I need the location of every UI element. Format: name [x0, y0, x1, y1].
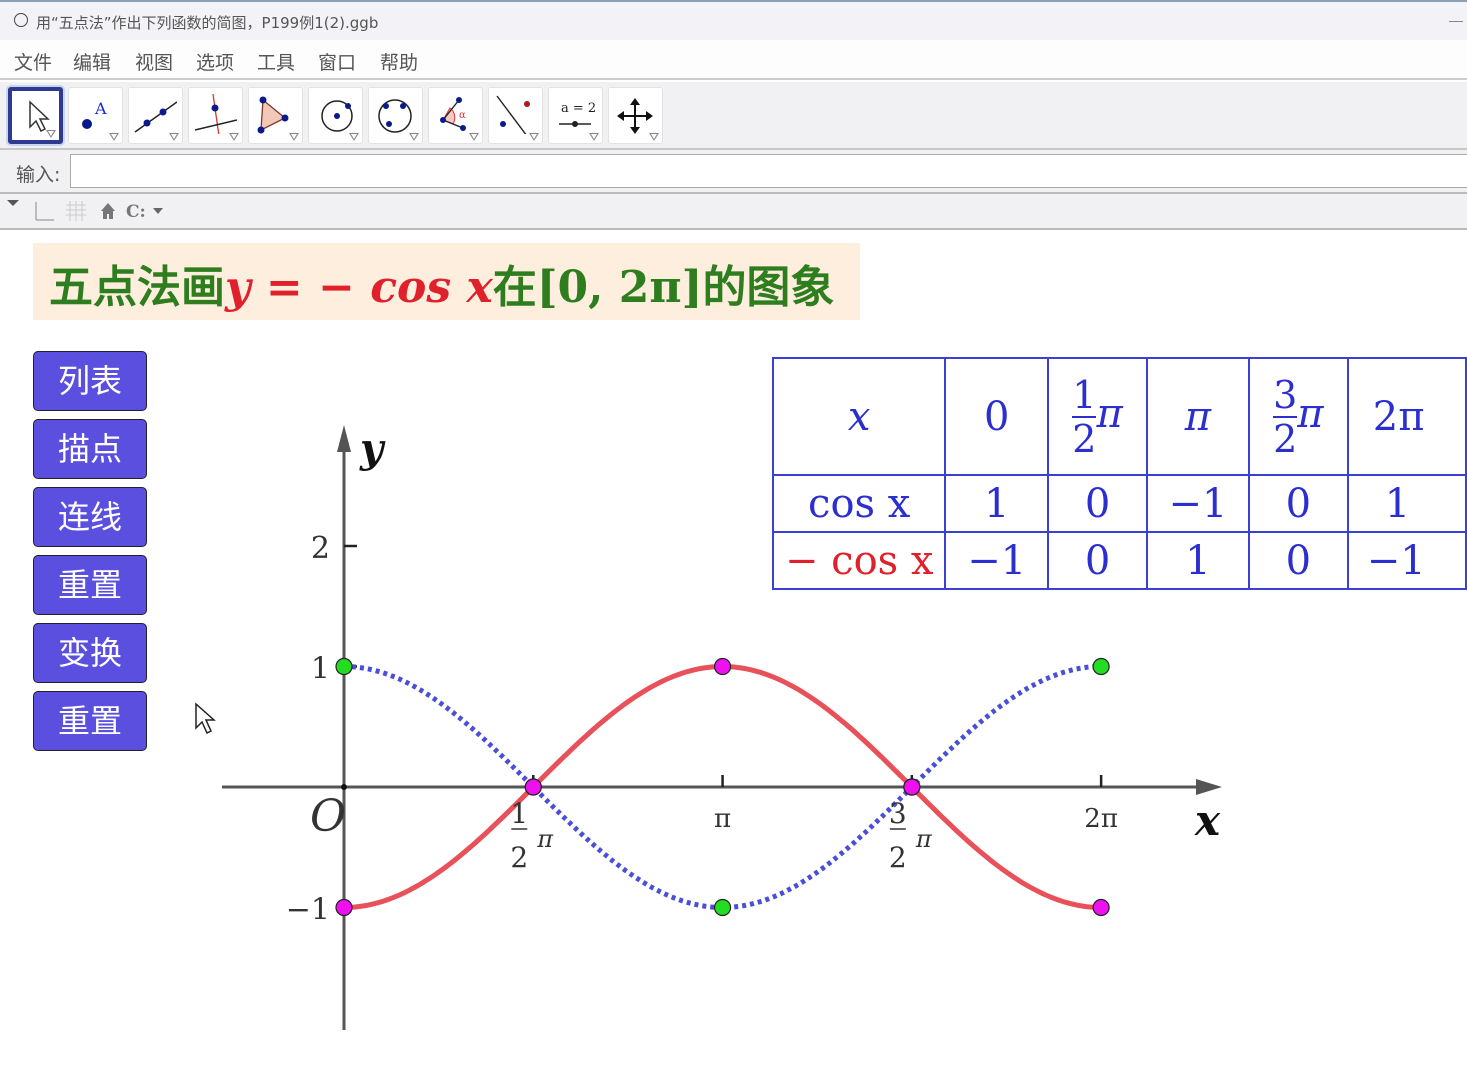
- x-tick-label: 3 2π: [889, 797, 933, 874]
- x-tick-label: 2π: [1084, 804, 1118, 834]
- tick-numerator: 1: [510, 797, 528, 830]
- y-tick-label: 2: [311, 531, 330, 566]
- x-axis-arrow: [1196, 779, 1222, 795]
- y-axis-arrow: [337, 425, 351, 452]
- tick-numerator: 3: [889, 797, 907, 830]
- cos-key-point: [713, 898, 732, 917]
- origin-point: [341, 784, 347, 790]
- y-tick-label: 1: [311, 652, 330, 687]
- tick-pi: π: [915, 825, 933, 853]
- tick-denominator: 2: [510, 841, 528, 874]
- y-axis-label: y: [359, 425, 386, 472]
- mouse-cursor-icon: [195, 702, 216, 735]
- cos-key-point: [335, 657, 353, 676]
- neg-cos-key-point: [903, 778, 921, 796]
- tick-pi: π: [536, 825, 554, 853]
- origin-label: O: [310, 791, 346, 842]
- neg-cos-key-point: [713, 657, 732, 676]
- tick-denominator: 2: [889, 841, 907, 874]
- neg-cos-key-point: [335, 898, 353, 917]
- neg-cos-key-point: [524, 778, 542, 796]
- y-tick-label: −1: [286, 893, 330, 928]
- function-plot: 21−112ππ 32π2πO xy: [222, 425, 1222, 1030]
- x-tick-label: 1 2π: [510, 797, 554, 874]
- neg-cos-key-point: [1092, 898, 1110, 917]
- x-axis-label: x: [1194, 796, 1221, 845]
- x-tick-label: π: [714, 804, 731, 834]
- cos-key-point: [1092, 657, 1110, 676]
